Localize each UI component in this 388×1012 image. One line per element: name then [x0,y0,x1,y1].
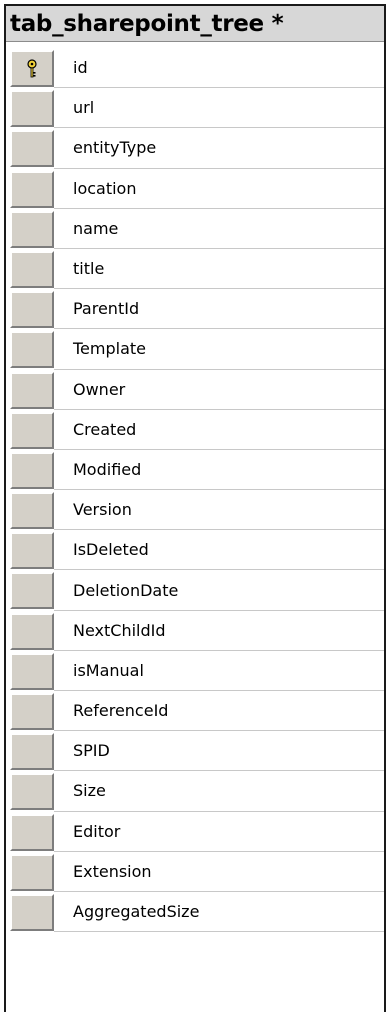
column-row[interactable]: Owner [10,370,384,410]
row-selector[interactable] [10,90,54,128]
row-selector[interactable] [10,612,54,650]
column-row[interactable]: ReferenceId [10,691,384,732]
row-selector[interactable] [10,170,54,208]
column-row[interactable]: id [10,48,384,89]
row-selector[interactable] [10,130,54,168]
primary-key-icon [26,58,38,79]
table-designer-window[interactable]: tab_sharepoint_tree * id url entityType loc… [4,4,386,1012]
column-row[interactable]: SPID [10,731,384,772]
row-selector[interactable] [10,492,54,530]
column-name[interactable]: Template [54,329,384,370]
row-selector[interactable] [10,50,54,87]
column-row[interactable]: isManual [10,651,384,691]
column-name[interactable]: DeletionDate [54,570,384,611]
column-name[interactable]: title [54,249,384,290]
column-row[interactable]: ParentId [10,289,384,330]
row-selector[interactable] [10,250,54,288]
column-name[interactable]: Modified [54,450,384,491]
row-selector[interactable] [10,893,54,931]
row-selector[interactable] [10,532,54,570]
row-selector[interactable] [10,572,54,610]
column-name[interactable]: Extension [54,852,384,892]
column-name[interactable]: isManual [54,651,384,691]
column-row[interactable]: name [10,209,384,249]
row-selector[interactable] [10,693,54,730]
column-row[interactable]: NextChildId [10,611,384,651]
column-name[interactable]: Created [54,410,384,450]
column-list: id url entityType location name title ParentId… [10,48,384,1012]
column-name[interactable]: AggregatedSize [54,892,384,933]
column-name[interactable]: SPID [54,731,384,772]
column-row[interactable]: IsDeleted [10,530,384,571]
column-row[interactable]: entityType [10,128,384,169]
column-name[interactable]: Size [54,771,384,812]
column-name[interactable]: NextChildId [54,611,384,651]
column-row[interactable]: location [10,169,384,209]
column-name[interactable]: Owner [54,370,384,410]
table-title-bar[interactable]: tab_sharepoint_tree * [6,6,384,42]
column-row[interactable]: Size [10,771,384,812]
column-name[interactable]: ParentId [54,289,384,330]
column-row[interactable]: title [10,249,384,290]
row-selector[interactable] [10,733,54,771]
row-selector[interactable] [10,813,54,851]
column-row[interactable]: AggregatedSize [10,892,384,933]
row-selector[interactable] [10,210,54,248]
row-selector[interactable] [10,773,54,811]
row-selector[interactable] [10,853,54,891]
column-name[interactable]: location [54,169,384,209]
row-selector[interactable] [10,411,54,449]
row-selector[interactable] [10,371,54,409]
column-name[interactable]: entityType [54,128,384,169]
column-row[interactable]: Template [10,329,384,370]
column-row[interactable]: Editor [10,812,384,852]
row-selector[interactable] [10,451,54,489]
column-name[interactable]: Version [54,490,384,531]
column-row[interactable]: DeletionDate [10,570,384,611]
row-selector[interactable] [10,291,54,329]
column-row[interactable]: Modified [10,450,384,491]
column-name[interactable]: ReferenceId [54,691,384,732]
column-row[interactable]: Created [10,410,384,450]
column-name[interactable]: id [54,48,384,89]
table-title: tab_sharepoint_tree * [10,10,284,37]
column-name[interactable]: IsDeleted [54,530,384,571]
column-row[interactable]: Extension [10,852,384,892]
column-row[interactable]: url [10,88,384,129]
column-row[interactable]: Version [10,490,384,531]
row-selector[interactable] [10,331,54,369]
column-name[interactable]: url [54,88,384,129]
row-selector[interactable] [10,652,54,690]
column-name[interactable]: name [54,209,384,249]
column-name[interactable]: Editor [54,812,384,852]
